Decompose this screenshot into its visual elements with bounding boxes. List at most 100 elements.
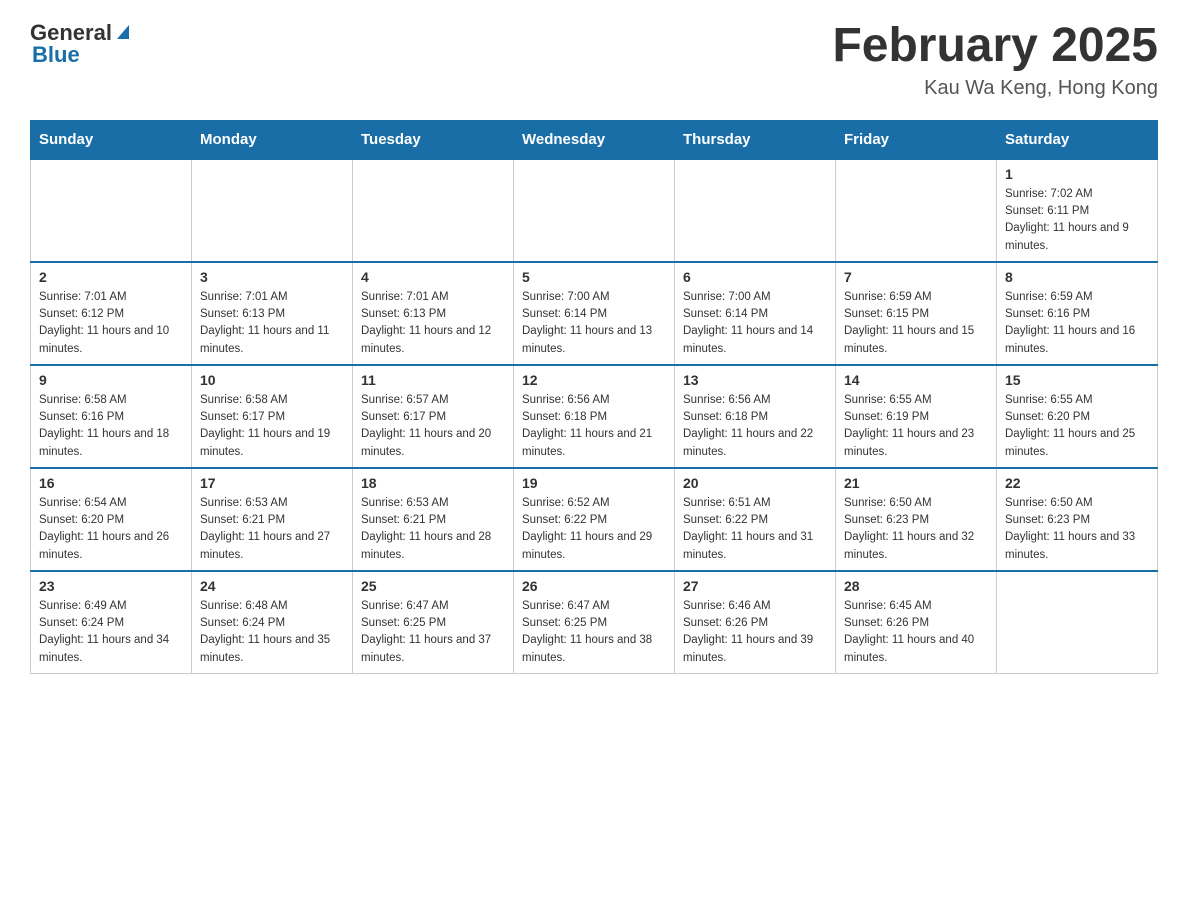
calendar-week-row: 9 Sunrise: 6:58 AMSunset: 6:16 PMDaylight… <box>31 365 1158 468</box>
calendar-cell: 2 Sunrise: 7:01 AMSunset: 6:12 PMDaylight… <box>31 262 192 365</box>
day-info: Sunrise: 6:56 AMSunset: 6:18 PMDaylight:… <box>683 392 827 461</box>
day-info: Sunrise: 7:00 AMSunset: 6:14 PMDaylight:… <box>683 289 827 358</box>
calendar-header-friday: Friday <box>836 120 997 159</box>
day-number: 16 <box>39 475 183 491</box>
calendar-cell: 16 Sunrise: 6:54 AMSunset: 6:20 PMDayligh… <box>31 468 192 571</box>
day-info: Sunrise: 6:50 AMSunset: 6:23 PMDaylight:… <box>844 495 988 564</box>
day-number: 26 <box>522 578 666 594</box>
calendar-cell: 7 Sunrise: 6:59 AMSunset: 6:15 PMDaylight… <box>836 262 997 365</box>
calendar-cell: 24 Sunrise: 6:48 AMSunset: 6:24 PMDayligh… <box>192 571 353 674</box>
day-number: 4 <box>361 269 505 285</box>
calendar-week-row: 1 Sunrise: 7:02 AMSunset: 6:11 PMDaylight… <box>31 159 1158 262</box>
calendar-week-row: 23 Sunrise: 6:49 AMSunset: 6:24 PMDayligh… <box>31 571 1158 674</box>
day-number: 3 <box>200 269 344 285</box>
day-info: Sunrise: 7:00 AMSunset: 6:14 PMDaylight:… <box>522 289 666 358</box>
day-number: 1 <box>1005 166 1149 182</box>
calendar-cell: 17 Sunrise: 6:53 AMSunset: 6:21 PMDayligh… <box>192 468 353 571</box>
calendar-cell: 9 Sunrise: 6:58 AMSunset: 6:16 PMDaylight… <box>31 365 192 468</box>
day-info: Sunrise: 6:58 AMSunset: 6:17 PMDaylight:… <box>200 392 344 461</box>
calendar-cell <box>31 159 192 262</box>
day-number: 14 <box>844 372 988 388</box>
logo-blue-text: Blue <box>32 42 80 68</box>
day-info: Sunrise: 6:59 AMSunset: 6:16 PMDaylight:… <box>1005 289 1149 358</box>
location: Kau Wa Keng, Hong Kong <box>832 77 1158 100</box>
day-info: Sunrise: 6:51 AMSunset: 6:22 PMDaylight:… <box>683 495 827 564</box>
day-number: 10 <box>200 372 344 388</box>
calendar-header-monday: Monday <box>192 120 353 159</box>
day-number: 23 <box>39 578 183 594</box>
day-number: 5 <box>522 269 666 285</box>
day-number: 13 <box>683 372 827 388</box>
calendar-cell: 6 Sunrise: 7:00 AMSunset: 6:14 PMDaylight… <box>675 262 836 365</box>
day-info: Sunrise: 6:45 AMSunset: 6:26 PMDaylight:… <box>844 598 988 667</box>
calendar-cell: 12Sunrise: 6:56 AMSunset: 6:18 PMDayligh… <box>514 365 675 468</box>
day-info: Sunrise: 6:47 AMSunset: 6:25 PMDaylight:… <box>522 598 666 667</box>
calendar-cell: 15Sunrise: 6:55 AMSunset: 6:20 PMDayligh… <box>997 365 1158 468</box>
calendar-cell: 27 Sunrise: 6:46 AMSunset: 6:26 PMDayligh… <box>675 571 836 674</box>
day-info: Sunrise: 6:49 AMSunset: 6:24 PMDaylight:… <box>39 598 183 667</box>
day-info: Sunrise: 6:56 AMSunset: 6:18 PMDaylight:… <box>522 392 666 461</box>
calendar-cell: 5 Sunrise: 7:00 AMSunset: 6:14 PMDaylight… <box>514 262 675 365</box>
calendar-cell: 13 Sunrise: 6:56 AMSunset: 6:18 PMDayligh… <box>675 365 836 468</box>
logo: General Blue <box>30 20 129 68</box>
calendar-cell: 26 Sunrise: 6:47 AMSunset: 6:25 PMDayligh… <box>514 571 675 674</box>
title-block: February 2025 Kau Wa Keng, Hong Kong <box>832 20 1158 100</box>
day-number: 20 <box>683 475 827 491</box>
day-info: Sunrise: 6:55 AMSunset: 6:20 PMDaylight:… <box>1005 392 1149 461</box>
day-info: Sunrise: 7:01 AMSunset: 6:12 PMDaylight:… <box>39 289 183 358</box>
calendar-header-tuesday: Tuesday <box>353 120 514 159</box>
day-number: 2 <box>39 269 183 285</box>
day-info: Sunrise: 6:58 AMSunset: 6:16 PMDaylight:… <box>39 392 183 461</box>
day-info: Sunrise: 6:46 AMSunset: 6:26 PMDaylight:… <box>683 598 827 667</box>
day-number: 17 <box>200 475 344 491</box>
day-info: Sunrise: 7:02 AMSunset: 6:11 PMDaylight:… <box>1005 186 1149 255</box>
calendar-cell: 21 Sunrise: 6:50 AMSunset: 6:23 PMDayligh… <box>836 468 997 571</box>
day-info: Sunrise: 6:59 AMSunset: 6:15 PMDaylight:… <box>844 289 988 358</box>
calendar-header-wednesday: Wednesday <box>514 120 675 159</box>
calendar-cell <box>675 159 836 262</box>
day-info: Sunrise: 7:01 AMSunset: 6:13 PMDaylight:… <box>361 289 505 358</box>
day-number: 8 <box>1005 269 1149 285</box>
day-number: 24 <box>200 578 344 594</box>
logo-triangle-icon <box>117 25 129 39</box>
day-info: Sunrise: 6:50 AMSunset: 6:23 PMDaylight:… <box>1005 495 1149 564</box>
day-info: Sunrise: 6:48 AMSunset: 6:24 PMDaylight:… <box>200 598 344 667</box>
calendar-cell: 20 Sunrise: 6:51 AMSunset: 6:22 PMDayligh… <box>675 468 836 571</box>
day-number: 21 <box>844 475 988 491</box>
calendar-header-thursday: Thursday <box>675 120 836 159</box>
day-number: 7 <box>844 269 988 285</box>
day-info: Sunrise: 6:53 AMSunset: 6:21 PMDaylight:… <box>361 495 505 564</box>
day-number: 18 <box>361 475 505 491</box>
calendar-cell: 8 Sunrise: 6:59 AMSunset: 6:16 PMDaylight… <box>997 262 1158 365</box>
day-info: Sunrise: 6:54 AMSunset: 6:20 PMDaylight:… <box>39 495 183 564</box>
calendar-week-row: 16 Sunrise: 6:54 AMSunset: 6:20 PMDayligh… <box>31 468 1158 571</box>
calendar-cell: 22Sunrise: 6:50 AMSunset: 6:23 PMDayligh… <box>997 468 1158 571</box>
calendar-header-row: SundayMondayTuesdayWednesdayThursdayFrid… <box>31 120 1158 159</box>
day-info: Sunrise: 6:57 AMSunset: 6:17 PMDaylight:… <box>361 392 505 461</box>
calendar-cell: 23 Sunrise: 6:49 AMSunset: 6:24 PMDayligh… <box>31 571 192 674</box>
calendar-week-row: 2 Sunrise: 7:01 AMSunset: 6:12 PMDaylight… <box>31 262 1158 365</box>
day-number: 27 <box>683 578 827 594</box>
day-info: Sunrise: 7:01 AMSunset: 6:13 PMDaylight:… <box>200 289 344 358</box>
calendar-cell <box>353 159 514 262</box>
day-info: Sunrise: 6:52 AMSunset: 6:22 PMDaylight:… <box>522 495 666 564</box>
calendar-header-sunday: Sunday <box>31 120 192 159</box>
calendar-cell: 14 Sunrise: 6:55 AMSunset: 6:19 PMDayligh… <box>836 365 997 468</box>
day-number: 25 <box>361 578 505 594</box>
day-info: Sunrise: 6:53 AMSunset: 6:21 PMDaylight:… <box>200 495 344 564</box>
page-header: General Blue February 2025 Kau Wa Keng, … <box>30 20 1158 100</box>
calendar-cell: 19Sunrise: 6:52 AMSunset: 6:22 PMDayligh… <box>514 468 675 571</box>
calendar-cell: 18 Sunrise: 6:53 AMSunset: 6:21 PMDayligh… <box>353 468 514 571</box>
calendar-cell <box>997 571 1158 674</box>
calendar-cell: 25Sunrise: 6:47 AMSunset: 6:25 PMDayligh… <box>353 571 514 674</box>
calendar-cell: 10 Sunrise: 6:58 AMSunset: 6:17 PMDayligh… <box>192 365 353 468</box>
day-number: 6 <box>683 269 827 285</box>
calendar-cell <box>192 159 353 262</box>
day-info: Sunrise: 6:55 AMSunset: 6:19 PMDaylight:… <box>844 392 988 461</box>
calendar-cell: 1 Sunrise: 7:02 AMSunset: 6:11 PMDaylight… <box>997 159 1158 262</box>
calendar-cell: 11Sunrise: 6:57 AMSunset: 6:17 PMDayligh… <box>353 365 514 468</box>
calendar-cell: 28Sunrise: 6:45 AMSunset: 6:26 PMDayligh… <box>836 571 997 674</box>
month-title: February 2025 <box>832 20 1158 73</box>
calendar-table: SundayMondayTuesdayWednesdayThursdayFrid… <box>30 120 1158 674</box>
day-number: 9 <box>39 372 183 388</box>
